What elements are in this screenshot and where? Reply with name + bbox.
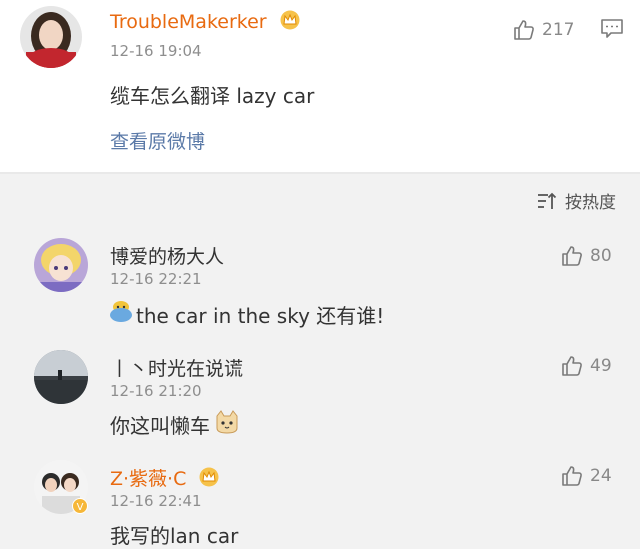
reply-3-like-count: 24 bbox=[590, 466, 612, 486]
main-avatar[interactable] bbox=[20, 6, 82, 68]
main-like-count: 217 bbox=[542, 20, 575, 40]
main-time: 12-16 19:04 bbox=[110, 42, 202, 60]
more-comment-icon[interactable] bbox=[600, 18, 624, 44]
reply-2-like-count: 49 bbox=[590, 356, 612, 376]
sort-label: 按热度 bbox=[565, 193, 616, 213]
thumbs-up-icon bbox=[560, 354, 584, 378]
main-content: 缆车怎么翻译 lazy car bbox=[110, 84, 315, 108]
reply-1-time: 12-16 22:21 bbox=[110, 270, 202, 288]
reply-3-like-button[interactable]: 24 bbox=[560, 464, 612, 488]
verified-icon: V bbox=[72, 498, 88, 518]
reply-1-avatar[interactable] bbox=[34, 238, 88, 292]
thumbs-up-icon bbox=[512, 18, 536, 42]
reply-2-like-button[interactable]: 49 bbox=[560, 354, 612, 378]
section-divider bbox=[0, 172, 640, 174]
main-like-button[interactable]: 217 bbox=[512, 18, 574, 42]
reply-3-time: 12-16 22:41 bbox=[110, 492, 202, 510]
thumbs-up-icon bbox=[560, 244, 584, 268]
reply-2-avatar[interactable] bbox=[34, 350, 88, 404]
reply-1-like-button[interactable]: 80 bbox=[560, 244, 612, 268]
reply-2-time: 12-16 21:20 bbox=[110, 382, 202, 400]
cat-emoji-icon bbox=[214, 410, 240, 439]
crown-icon bbox=[279, 10, 301, 35]
reply-3-username[interactable]: Z·紫薇·C bbox=[110, 464, 220, 492]
main-username[interactable]: TroubleMakerker bbox=[110, 10, 301, 35]
reply-3-content: 我写的lan car bbox=[110, 524, 239, 548]
svg-text:V: V bbox=[77, 502, 84, 513]
reply-2-content: 你这叫懒车 bbox=[110, 410, 240, 439]
thumbs-up-icon bbox=[560, 464, 584, 488]
reply-1-content: the car in the sky 还有谁! bbox=[108, 300, 384, 329]
reply-2-username[interactable]: 丨丶时光在说谎 bbox=[110, 354, 243, 381]
sort-icon bbox=[537, 192, 557, 210]
view-original-link[interactable]: 查看原微博 bbox=[110, 127, 205, 154]
sort-by-hot-button[interactable]: 按热度 bbox=[537, 188, 616, 213]
emoji-icon bbox=[108, 300, 134, 329]
crown-icon bbox=[198, 467, 220, 492]
reply-1-username[interactable]: 博爱的杨大人 bbox=[110, 242, 224, 269]
reply-1-like-count: 80 bbox=[590, 246, 612, 266]
